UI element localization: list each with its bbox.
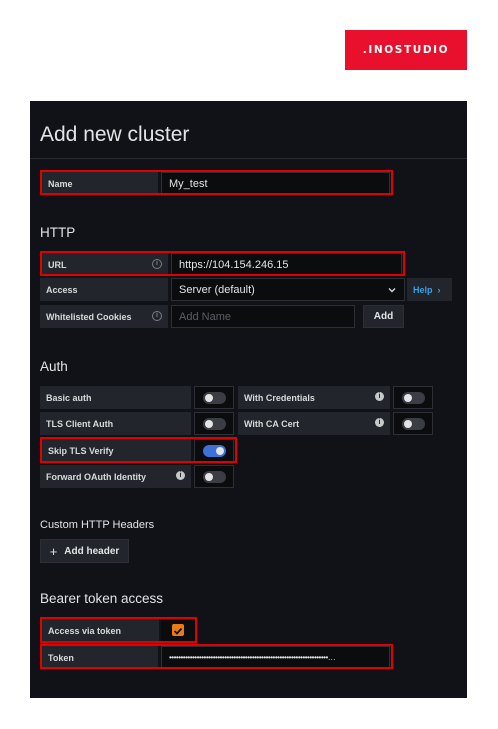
inostudio-logo: .INOSTUDIO (345, 30, 467, 70)
add-header-button[interactable]: + Add header (40, 539, 129, 563)
toggle-switch (402, 418, 425, 430)
with-ca-cert-text: With CA Cert (244, 418, 300, 429)
with-credentials-toggle[interactable] (393, 386, 433, 409)
tls-client-auth-toggle[interactable] (194, 412, 234, 435)
chevron-down-icon (388, 284, 396, 296)
auth-section-title: Auth (40, 359, 68, 374)
help-label: Help (413, 284, 433, 295)
bearer-section-title: Bearer token access (40, 591, 164, 606)
toggle-switch (203, 418, 226, 430)
url-highlight (40, 251, 405, 276)
toggle-switch (203, 392, 226, 404)
access-via-token-highlight (40, 617, 197, 643)
access-select[interactable]: Server (default) (171, 278, 405, 301)
custom-headers-title: Custom HTTP Headers (40, 519, 155, 531)
info-icon: i (375, 418, 384, 427)
token-highlight (40, 644, 393, 669)
with-ca-cert-toggle[interactable] (393, 412, 433, 435)
toggle-switch (402, 392, 425, 404)
http-section-title: HTTP (40, 225, 76, 240)
help-button[interactable]: Help › (407, 278, 452, 301)
skip-tls-highlight (40, 437, 237, 463)
add-cookie-button[interactable]: Add (363, 305, 404, 328)
forward-oauth-text: Forward OAuth Identity (46, 471, 146, 482)
access-select-value: Server (default) (179, 283, 255, 296)
chevron-right-icon: › (437, 284, 441, 295)
cookies-label-text: Whitelisted Cookies (46, 311, 132, 322)
page-title: Add new cluster (40, 123, 190, 146)
with-credentials-text: With Credentials (244, 392, 315, 403)
tls-client-auth-label: TLS Client Auth (40, 412, 191, 435)
name-highlight (40, 170, 393, 195)
with-ca-cert-label: With CA Cert i (238, 412, 390, 435)
info-icon: i (176, 471, 185, 480)
title-divider (30, 158, 467, 159)
with-credentials-label: With Credentials i (238, 386, 390, 409)
info-icon: i (375, 392, 384, 401)
cookies-label: Whitelisted Cookies i (40, 305, 168, 328)
basic-auth-label: Basic auth (40, 386, 191, 409)
plus-icon: + (49, 543, 58, 559)
info-icon: i (152, 311, 162, 321)
add-header-label: Add header (64, 545, 120, 557)
forward-oauth-label: Forward OAuth Identity i (40, 465, 191, 488)
forward-oauth-toggle[interactable] (194, 465, 234, 488)
cookies-input[interactable]: Add Name (171, 305, 355, 328)
basic-auth-toggle[interactable] (194, 386, 234, 409)
access-label: Access (40, 278, 168, 301)
toggle-switch (203, 471, 226, 483)
add-cluster-panel: Add new cluster Name My_test HTTP URL i … (30, 101, 467, 698)
